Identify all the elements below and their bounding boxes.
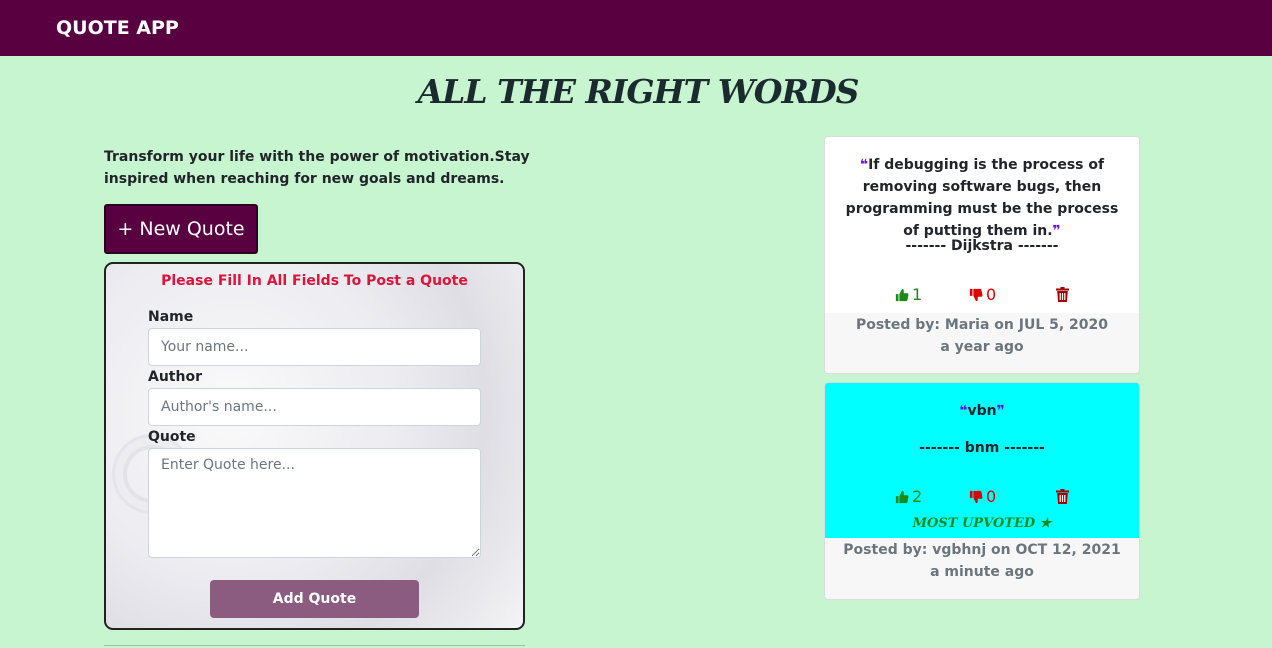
form-warning: Please Fill In All Fields To Post a Quot… bbox=[161, 273, 468, 289]
downvote-count: 0 bbox=[986, 285, 997, 304]
posted-by: Posted by: vgbhnj on OCT 12, 2021 bbox=[843, 542, 1121, 558]
quote-author: ------- Dijkstra ------- bbox=[905, 238, 1059, 254]
delete-button[interactable] bbox=[1056, 287, 1069, 306]
badge-label: MOST UPVOTED bbox=[912, 516, 1036, 531]
quote-card-body: ❝vbn❞ ------- bnm ------- 2 0 MOST UPVOT… bbox=[825, 383, 1139, 538]
posted-ago: a year ago bbox=[940, 339, 1024, 355]
quote-card-body: ❝If debugging is the process of removing… bbox=[825, 137, 1139, 313]
most-upvoted-badge: MOST UPVOTED ★ bbox=[825, 516, 1139, 531]
upvote-button[interactable]: 1 bbox=[895, 285, 922, 304]
name-label: Name bbox=[148, 309, 194, 325]
brand-logo[interactable]: QUOTE APP bbox=[56, 17, 179, 39]
upvote-count: 2 bbox=[912, 487, 923, 506]
author-input[interactable] bbox=[148, 388, 481, 426]
thumbs-up-icon bbox=[895, 288, 909, 301]
quote-card-footer: Posted by: Maria on JUL 5, 2020 a year a… bbox=[825, 314, 1139, 358]
quote-body: vbn bbox=[967, 403, 997, 419]
upvote-button[interactable]: 2 bbox=[895, 487, 922, 506]
quote-body: If debugging is the process of removing … bbox=[845, 157, 1119, 239]
quote-right-icon: ❞ bbox=[996, 403, 1005, 419]
divider bbox=[104, 645, 525, 646]
downvote-count: 0 bbox=[986, 487, 997, 506]
author-label: Author bbox=[148, 369, 202, 385]
navbar: QUOTE APP bbox=[0, 0, 1272, 56]
quote-text: ❝vbn❞ bbox=[837, 400, 1127, 422]
posted-ago: a minute ago bbox=[930, 564, 1034, 580]
quote-author: ------- bnm ------- bbox=[919, 440, 1045, 456]
quote-left-icon: ❝ bbox=[859, 157, 869, 173]
downvote-button[interactable]: 0 bbox=[969, 285, 996, 304]
quote-card-footer: Posted by: vgbhnj on OCT 12, 2021 a minu… bbox=[825, 539, 1139, 583]
quote-card: ❝If debugging is the process of removing… bbox=[824, 136, 1140, 374]
quote-textarea[interactable] bbox=[148, 448, 481, 558]
thumbs-down-icon bbox=[969, 288, 983, 301]
downvote-button[interactable]: 0 bbox=[969, 487, 996, 506]
new-quote-button[interactable]: + New Quote bbox=[104, 204, 258, 254]
thumbs-up-icon bbox=[895, 490, 909, 503]
tagline: Transform your life with the power of mo… bbox=[104, 149, 530, 187]
posted-by: Posted by: Maria on JUL 5, 2020 bbox=[855, 317, 1109, 333]
page-title: ALL THE RIGHT WORDS bbox=[417, 72, 860, 111]
trash-icon bbox=[1056, 489, 1069, 504]
delete-button[interactable] bbox=[1056, 489, 1069, 508]
quote-text: ❝If debugging is the process of removing… bbox=[837, 154, 1127, 242]
quote-card: ❝vbn❞ ------- bnm ------- 2 0 MOST UPVOT… bbox=[824, 382, 1140, 600]
upvote-count: 1 bbox=[912, 285, 923, 304]
quote-right-icon: ❞ bbox=[1052, 223, 1061, 239]
quote-form: Please Fill In All Fields To Post a Quot… bbox=[104, 262, 525, 630]
name-input[interactable] bbox=[148, 328, 481, 366]
thumbs-down-icon bbox=[969, 490, 983, 503]
trash-icon bbox=[1056, 287, 1069, 302]
quote-label: Quote bbox=[148, 429, 196, 445]
add-quote-button[interactable]: Add Quote bbox=[210, 580, 419, 618]
star-icon: ★ bbox=[1039, 516, 1052, 531]
